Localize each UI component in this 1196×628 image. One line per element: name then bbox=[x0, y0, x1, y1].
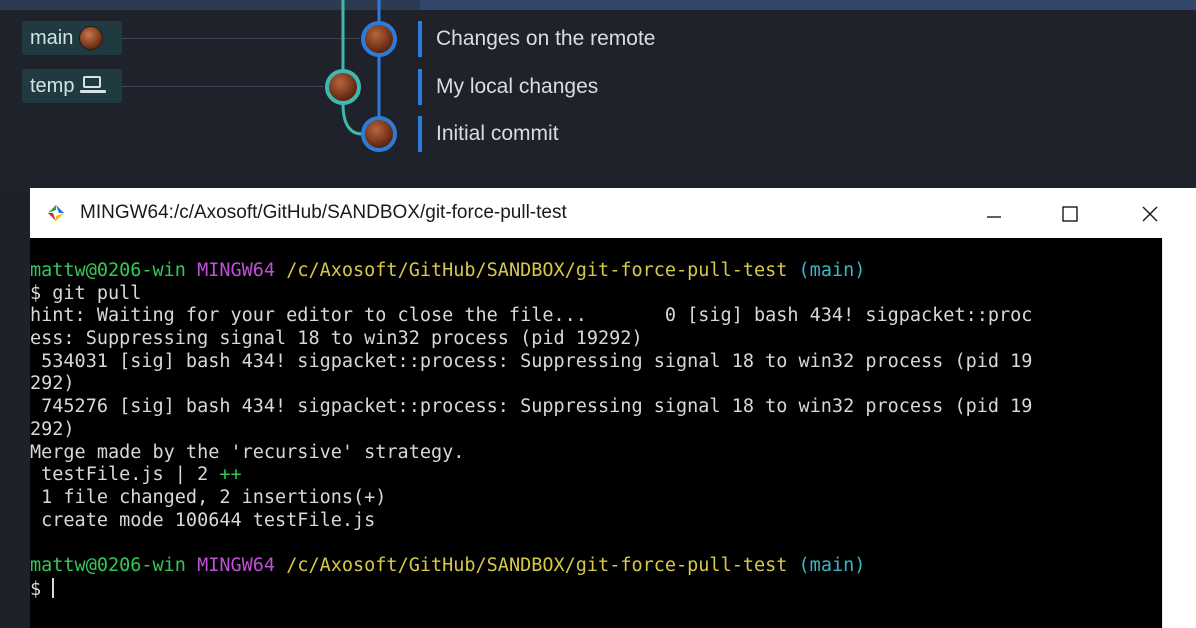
close-icon bbox=[1142, 206, 1158, 222]
summary-line: 1 file changed, 2 insertions(+) bbox=[30, 486, 387, 508]
commit-graph-panel: main temp Changes on the remote My local… bbox=[0, 0, 1196, 190]
output-line: 534031 [sig] bash 434! sigpacket::proces… bbox=[30, 350, 1033, 372]
input-line[interactable]: $ bbox=[30, 577, 1162, 601]
terminal-output[interactable]: mattw@0206-win MINGW64 /c/Axosoft/GitHub… bbox=[30, 238, 1162, 628]
prompt-system: MINGW64 bbox=[197, 554, 276, 576]
prompt-line: mattw@0206-win MINGW64 /c/Axosoft/GitHub… bbox=[30, 260, 1162, 283]
prompt-branch: (main) bbox=[798, 260, 866, 281]
commit-row-bar bbox=[418, 116, 422, 152]
scrollbar[interactable] bbox=[1162, 238, 1196, 628]
prompt-user-host: mattw@0206-win bbox=[30, 260, 186, 281]
title-bar[interactable]: MINGW64:/c/Axosoft/GitHub/SANDBOX/git-fo… bbox=[30, 188, 1196, 238]
commit-node-initial[interactable] bbox=[361, 116, 397, 152]
maximize-button[interactable] bbox=[1050, 194, 1090, 234]
diffstat-file: testFile.js | 2 bbox=[30, 464, 220, 486]
output-line: 745276 [sig] bash 434! sigpacket::proces… bbox=[30, 396, 1033, 418]
commit-message: Changes on the remote bbox=[436, 27, 656, 50]
maximize-icon bbox=[1062, 206, 1078, 222]
commit-node-remote[interactable] bbox=[361, 21, 397, 57]
command-line: $ git pull bbox=[30, 282, 142, 304]
commit-row[interactable]: Initial commit bbox=[418, 112, 559, 156]
commit-row-bar bbox=[418, 69, 422, 105]
commit-row-bar bbox=[418, 21, 422, 57]
output-line: Merge made by the 'recursive' strategy. bbox=[30, 441, 465, 463]
diffstat-plus: ++ bbox=[219, 464, 242, 486]
prompt-path: /c/Axosoft/GitHub/SANDBOX/git-force-pull… bbox=[286, 260, 788, 281]
commit-node-local[interactable] bbox=[325, 69, 361, 105]
diffstat-line: testFile.js | 2 ++ bbox=[30, 464, 1162, 487]
mingw-icon bbox=[48, 205, 64, 221]
terminal-window[interactable]: MINGW64:/c/Axosoft/GitHub/SANDBOX/git-fo… bbox=[30, 188, 1196, 628]
commit-row[interactable]: Changes on the remote bbox=[418, 17, 655, 61]
commit-message: My local changes bbox=[436, 75, 599, 98]
minimize-button[interactable] bbox=[974, 194, 1014, 234]
prompt-branch: (main) bbox=[798, 554, 866, 576]
output-line: 292) bbox=[30, 418, 75, 440]
close-button[interactable] bbox=[1130, 194, 1170, 234]
prompt-path: /c/Axosoft/GitHub/SANDBOX/git-force-pull… bbox=[286, 554, 788, 576]
commit-message: Initial commit bbox=[436, 122, 559, 145]
window-title: MINGW64:/c/Axosoft/GitHub/SANDBOX/git-fo… bbox=[80, 202, 567, 223]
commit-row[interactable]: My local changes bbox=[418, 65, 598, 109]
text-cursor bbox=[52, 577, 55, 598]
final-prompt: $ bbox=[30, 578, 53, 600]
minimize-icon bbox=[987, 216, 1001, 218]
prompt-user-host: mattw@0206-win bbox=[30, 554, 186, 576]
output-line: ess: Suppressing signal 18 to win32 proc… bbox=[30, 328, 643, 350]
output-line: 292) bbox=[30, 373, 75, 395]
prompt-line: mattw@0206-win MINGW64 /c/Axosoft/GitHub… bbox=[30, 555, 1162, 578]
output-line: hint: Waiting for your editor to close t… bbox=[30, 305, 1033, 327]
summary-line: create mode 100644 testFile.js bbox=[30, 509, 376, 531]
prompt-system: MINGW64 bbox=[197, 260, 276, 281]
